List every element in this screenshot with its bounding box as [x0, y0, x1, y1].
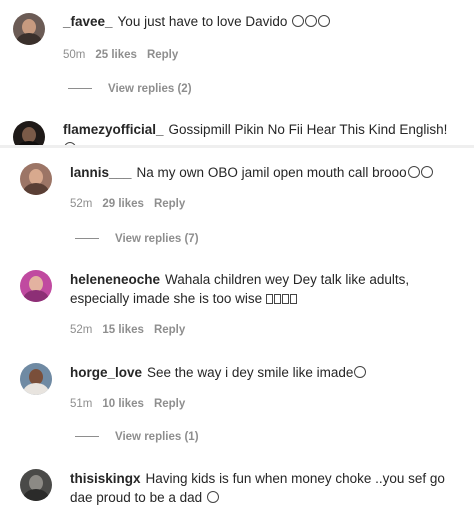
comment-time: 50m	[63, 49, 86, 61]
comment-likes[interactable]: 29 likes	[102, 198, 144, 210]
avatar[interactable]	[20, 469, 52, 501]
comment-meta: 52m 29 likes Reply	[70, 198, 195, 210]
view-replies-label: View replies (2)	[108, 83, 192, 95]
comment-meta: 50m 25 likes Reply	[63, 49, 188, 61]
comment-body-line1: Having kids is fun when money choke ..yo…	[145, 471, 445, 486]
view-replies-button[interactable]: View replies (1)	[75, 431, 199, 443]
comment-body-line1: Wahala children wey Dey talk like adults…	[165, 272, 410, 287]
comment-text: _favee_ You just have to love Davido	[63, 12, 463, 31]
comment-time: 52m	[70, 324, 93, 336]
comment-username[interactable]: _favee_	[63, 14, 113, 29]
comment-username[interactable]: thisiskingx	[70, 471, 141, 486]
avatar[interactable]	[13, 13, 45, 45]
comment-body-line2: dae proud to be a dad	[70, 490, 203, 505]
comment-text: lannis___ Na my own OBO jamil open mouth …	[70, 163, 465, 182]
comment-meta: 52m 15 likes Reply	[70, 324, 195, 336]
comment-username[interactable]: lannis___	[70, 165, 132, 180]
comment-text: thisiskingx Having kids is fun when money…	[70, 469, 465, 507]
comment-body-line2: especially imade she is too wise	[70, 291, 263, 306]
avatar[interactable]	[20, 363, 52, 395]
reply-button[interactable]: Reply	[154, 398, 185, 410]
comment-body: Gossipmill Pikin No Fii Hear This Kind E…	[168, 122, 448, 137]
comment-time: 51m	[70, 398, 93, 410]
comment-likes[interactable]: 15 likes	[102, 324, 144, 336]
comment-likes[interactable]: 10 likes	[102, 398, 144, 410]
view-replies-button[interactable]: View replies (7)	[75, 233, 199, 245]
emoji-icon	[265, 291, 298, 306]
divider-line	[75, 238, 99, 240]
reply-button[interactable]: Reply	[154, 198, 185, 210]
avatar[interactable]	[20, 163, 52, 195]
comment-username[interactable]: heleneneoche	[70, 272, 160, 287]
comment-body: You just have to love Davido	[117, 14, 288, 29]
emoji-icon	[353, 365, 367, 380]
view-replies-label: View replies (1)	[115, 431, 199, 443]
comment-time: 52m	[70, 198, 93, 210]
avatar[interactable]	[20, 270, 52, 302]
view-replies-button[interactable]: View replies (2)	[68, 83, 192, 95]
reply-button[interactable]: Reply	[154, 324, 185, 336]
comment-username[interactable]: horge_love	[70, 365, 142, 380]
comment-text: heleneneoche Wahala children wey Dey talk…	[70, 270, 465, 308]
emoji-icon	[206, 490, 219, 505]
divider-line	[75, 436, 99, 438]
comment-likes[interactable]: 25 likes	[95, 49, 137, 61]
comments-panel-top: _favee_ You just have to love Davido 50m 2…	[0, 0, 474, 153]
emoji-icon	[291, 14, 331, 29]
comment-text: horge_love See the way i dey smile like i…	[70, 363, 465, 382]
comment-body: Na my own OBO jamil open mouth call broo…	[136, 165, 407, 180]
comment-text: flamezyofficial_ Gossipmill Pikin No Fii …	[63, 120, 468, 145]
divider-line	[68, 88, 92, 90]
emoji-icon	[407, 165, 433, 180]
comment-meta: 51m 10 likes Reply	[70, 398, 195, 410]
view-replies-label: View replies (7)	[115, 233, 199, 245]
reply-button[interactable]: Reply	[147, 49, 178, 61]
comments-panel-main: lannis___ Na my own OBO jamil open mouth …	[0, 148, 474, 507]
comment-username[interactable]: flamezyofficial_	[63, 122, 164, 137]
comment-body: See the way i dey smile like imade	[147, 365, 354, 380]
